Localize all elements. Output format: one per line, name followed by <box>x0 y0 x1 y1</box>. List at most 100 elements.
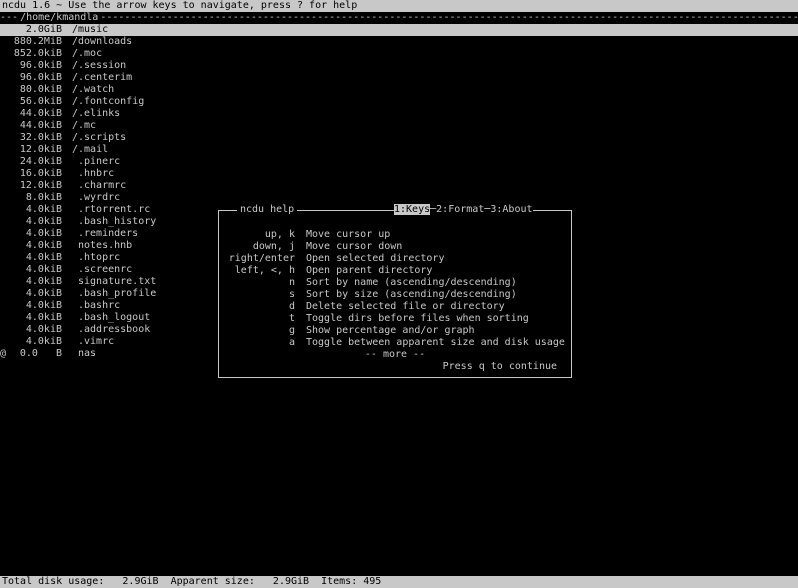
help-key-row: down, j Move cursor down <box>219 241 571 253</box>
help-key: t <box>288 313 295 324</box>
help-key-row: up, k Move cursor up <box>219 229 571 241</box>
help-key-description: Sort by name (ascending/descending) <box>306 277 517 288</box>
entry-size: 96.0kiB <box>19 60 62 71</box>
entry-name: .bash_history <box>78 216 157 227</box>
list-item[interactable]: 24.0kiB .pinerc <box>0 156 798 168</box>
entry-name: .htoprc <box>78 252 121 263</box>
entry-name: /.fontconfig <box>72 96 145 107</box>
entry-size: 8.0kiB <box>25 192 62 203</box>
entry-name: .screenrc <box>78 264 133 275</box>
help-key-description: Sort by size (ascending/descending) <box>306 289 517 300</box>
help-key-description: Show percentage and/or graph <box>306 325 475 336</box>
help-key-row: right/enter Open selected directory <box>219 253 571 265</box>
entry-name: .vimrc <box>78 336 115 347</box>
entry-size: 2.0GiB <box>25 24 62 35</box>
list-item[interactable]: 2.0GiB/music <box>0 24 798 36</box>
entry-name: .rtorrent.rc <box>78 204 151 215</box>
help-key-description: Delete selected file or directory <box>306 301 505 312</box>
help-key-description: Open parent directory <box>306 265 433 276</box>
entry-name: .reminders <box>78 228 139 239</box>
entry-name: /.watch <box>72 84 115 95</box>
help-key-description: Toggle between apparent size and disk us… <box>306 337 565 348</box>
entry-name: .bashrc <box>78 300 121 311</box>
current-path-line: ---/home/kmandla ------------------------… <box>0 12 798 24</box>
help-key-row: d Delete selected file or directory <box>219 301 571 313</box>
entry-size: 4.0kiB <box>25 312 62 323</box>
header-bar: ncdu 1.6 ~ Use the arrow keys to navigat… <box>0 0 798 12</box>
continue-hint: Press q to continue <box>442 361 557 372</box>
help-dialog: ncdu help 1:Keys─2:Format─3:About up, k M… <box>218 204 572 378</box>
list-item[interactable]: 32.0kiB /.scripts <box>0 132 798 144</box>
entry-name: .pinerc <box>78 156 121 167</box>
more-indicator: -- more -- <box>364 349 426 360</box>
list-item[interactable]: 96.0kiB /.centerim <box>0 72 798 84</box>
entry-name: /downloads <box>72 36 133 47</box>
entry-size: 880.2MiB <box>13 36 62 47</box>
entry-name: nas <box>78 348 97 359</box>
entry-size: 12.0kiB <box>19 144 62 155</box>
list-item[interactable]: 80.0kiB /.watch <box>0 84 798 96</box>
current-path: /home/kmandla <box>20 12 99 23</box>
list-item[interactable]: 12.0kiB .charmrc <box>0 180 798 192</box>
entry-size: 4.0kiB <box>25 252 62 263</box>
path-prefix: --- <box>0 12 19 23</box>
entry-size: 4.0kiB <box>25 276 62 287</box>
entry-name: /.elinks <box>72 108 121 119</box>
entry-name: .hnbrc <box>78 168 115 179</box>
entry-name: /music <box>72 24 109 35</box>
list-item[interactable]: 12.0kiB /.mail <box>0 144 798 156</box>
entry-name: signature.txt <box>78 276 157 287</box>
help-key-description: Toggle dirs before files when sorting <box>306 313 529 324</box>
tab-format[interactable]: 2:Format <box>436 204 484 215</box>
entry-name: .wyrdrc <box>78 192 121 203</box>
status-bar: Total disk usage: 2.9GiB Apparent size: … <box>0 576 798 588</box>
status-text: Total disk usage: 2.9GiB Apparent size: … <box>2 576 382 587</box>
help-key: left, <, h <box>234 265 295 276</box>
entry-size: 4.0kiB <box>25 324 62 335</box>
help-key-row: a Toggle between apparent size and disk u… <box>219 337 571 349</box>
list-item[interactable]: 16.0kiB .hnbrc <box>0 168 798 180</box>
entry-size: 80.0kiB <box>19 84 62 95</box>
entry-name: /.session <box>72 60 127 71</box>
help-key-row: t Toggle dirs before files when sorting <box>219 313 571 325</box>
help-key-row: left, <, h Open parent directory <box>219 265 571 277</box>
help-key-description: Open selected directory <box>306 253 445 264</box>
entry-flag: @ <box>0 348 7 359</box>
list-item[interactable]: 880.2MiB/downloads <box>0 36 798 48</box>
list-item[interactable]: 56.0kiB /.fontconfig <box>0 96 798 108</box>
help-key-row: g Show percentage and/or graph <box>219 325 571 337</box>
entry-size: 44.0kiB <box>19 108 62 119</box>
list-item[interactable]: 44.0kiB /.elinks <box>0 108 798 120</box>
help-key: right/enter <box>228 253 295 264</box>
entry-name: notes.hnb <box>78 240 133 251</box>
tab-about[interactable]: 3:About <box>490 204 532 215</box>
help-key: d <box>288 301 295 312</box>
tab-keys[interactable]: 1:Keys <box>394 204 431 215</box>
entry-name: .charmrc <box>78 180 127 191</box>
list-item[interactable]: 852.0kiB /.moc <box>0 48 798 60</box>
entry-size: 4.0kiB <box>25 240 62 251</box>
list-item[interactable]: 8.0kiB .wyrdrc <box>0 192 798 204</box>
help-key-row: n Sort by name (ascending/descending) <box>219 277 571 289</box>
path-fill: ----------------------------------------… <box>100 12 798 23</box>
help-key: down, j <box>252 241 295 252</box>
list-item[interactable]: 44.0kiB /.mc <box>0 120 798 132</box>
help-key-description: Move cursor up <box>306 229 391 240</box>
help-key: s <box>288 289 295 300</box>
entry-name: /.moc <box>72 48 103 59</box>
entry-size: 32.0kiB <box>19 132 62 143</box>
help-title: ncdu help <box>237 204 298 216</box>
help-tabs: 1:Keys─2:Format─3:About <box>394 204 533 216</box>
help-key: a <box>288 337 295 348</box>
entry-name: .addressbook <box>78 324 151 335</box>
help-key: n <box>288 277 295 288</box>
entry-name: /.centerim <box>72 72 133 83</box>
help-key-row: s Sort by size (ascending/descending) <box>219 289 571 301</box>
entry-size: 4.0kiB <box>25 288 62 299</box>
entry-name: .bash_logout <box>78 312 151 323</box>
header-text: ncdu 1.6 ~ Use the arrow keys to navigat… <box>2 0 358 11</box>
entry-size: 4.0kiB <box>25 216 62 227</box>
entry-size: 16.0kiB <box>19 168 62 179</box>
list-item[interactable]: 96.0kiB /.session <box>0 60 798 72</box>
entry-size: 4.0kiB <box>25 204 62 215</box>
